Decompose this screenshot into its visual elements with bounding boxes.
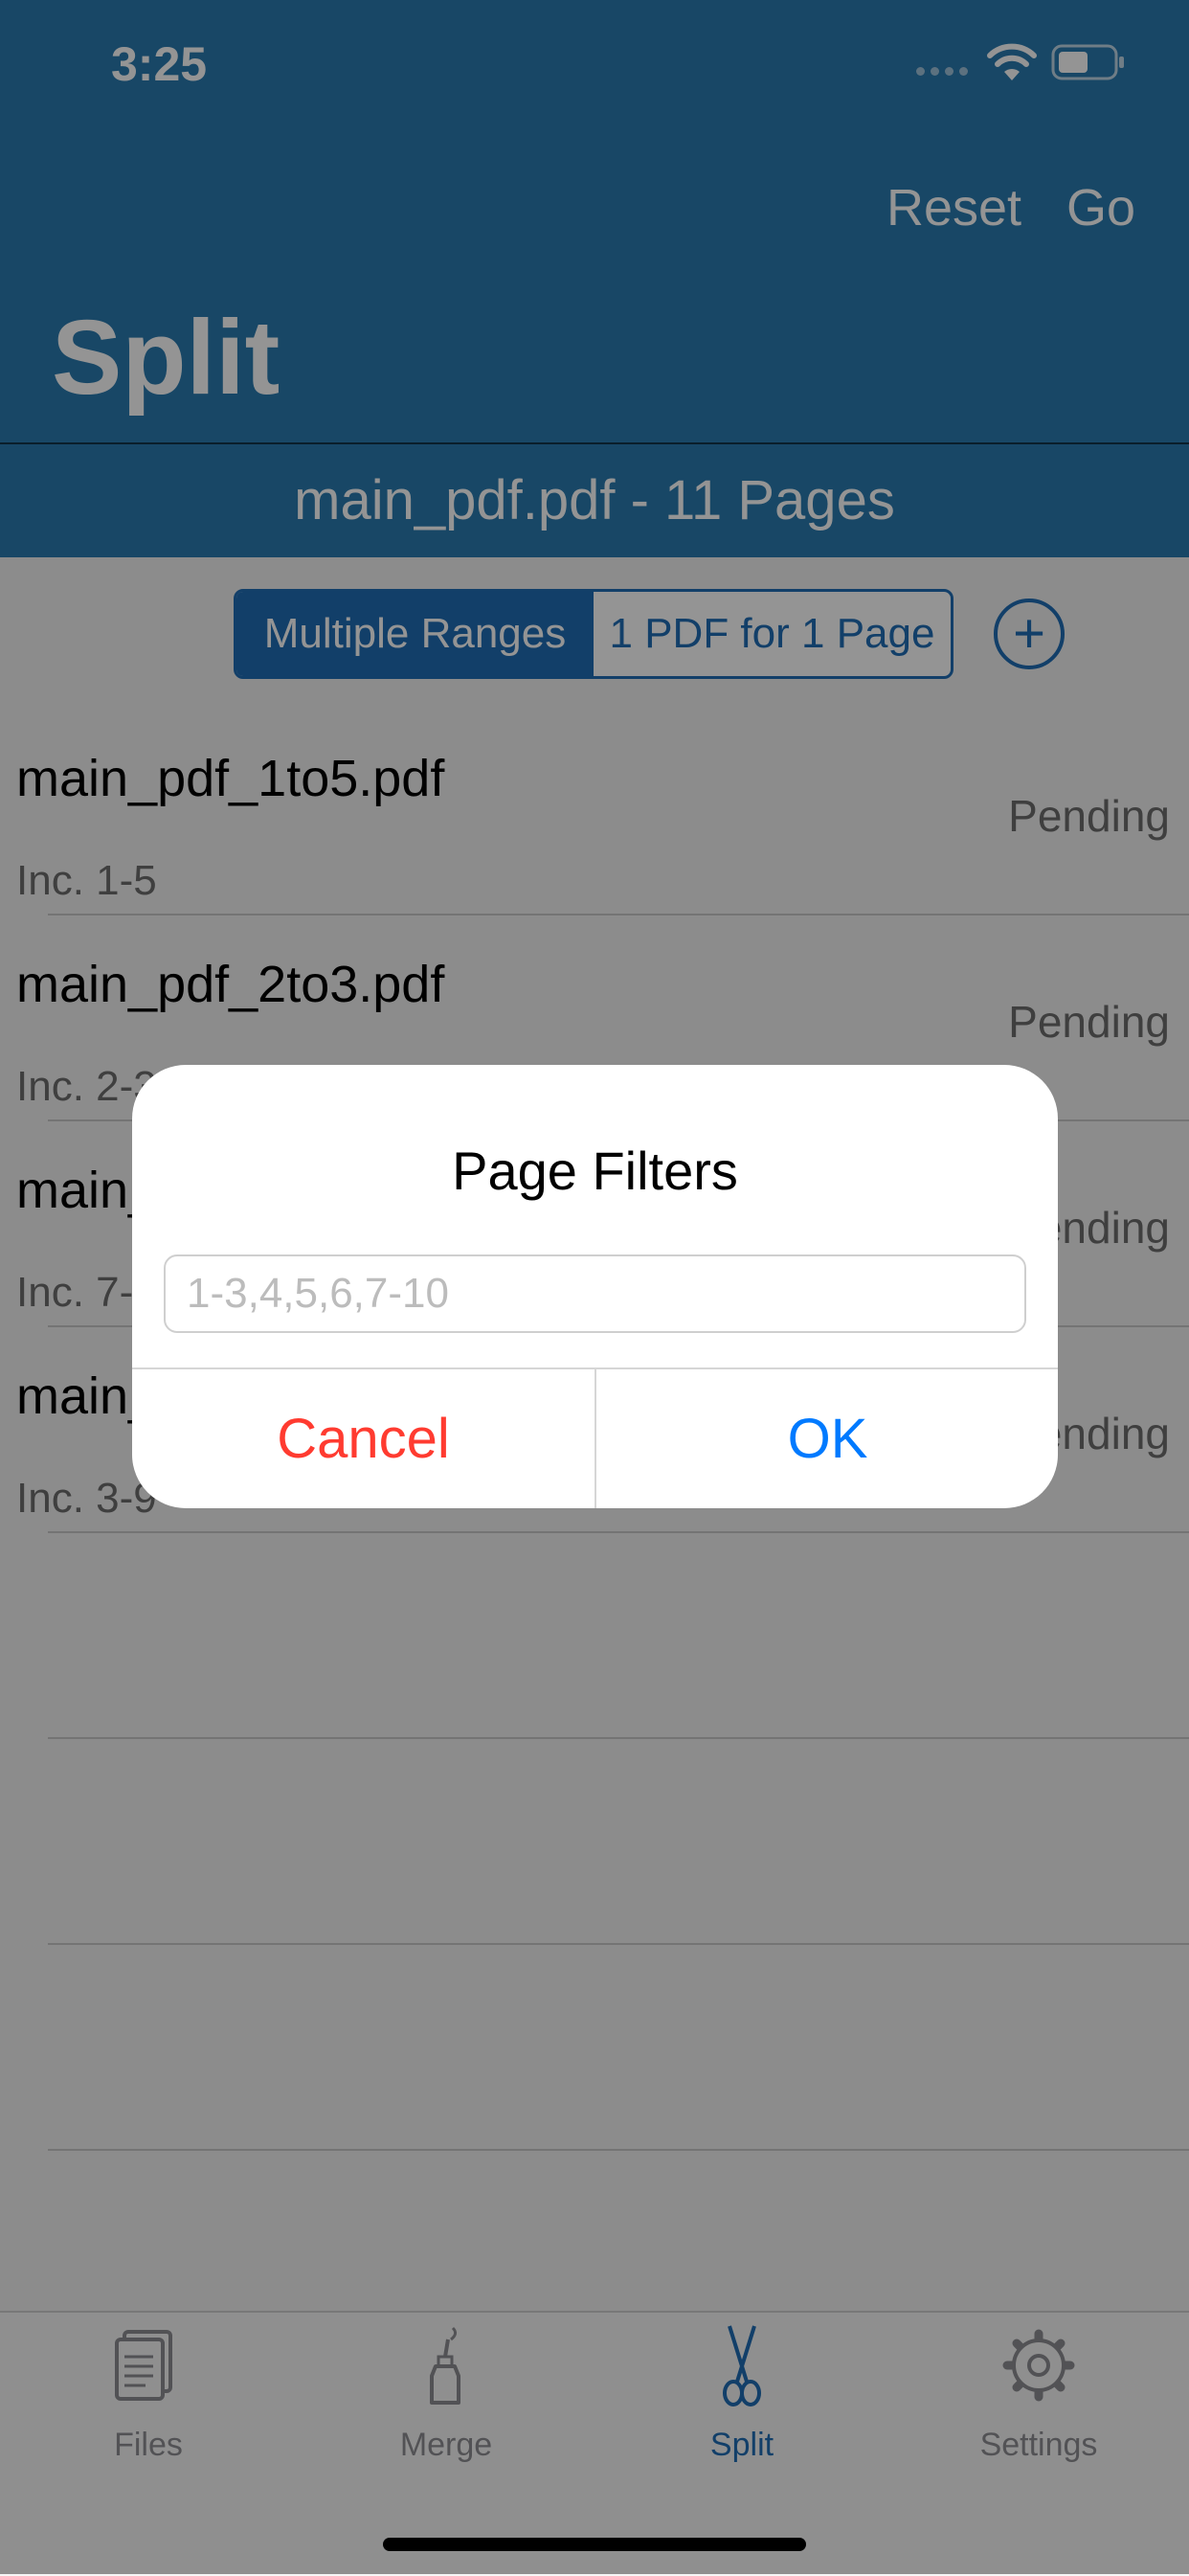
page-filter-input[interactable] bbox=[164, 1254, 1026, 1333]
dialog-title: Page Filters bbox=[452, 1141, 738, 1201]
page-filters-dialog: Page Filters Cancel OK bbox=[132, 1065, 1058, 1508]
ok-button[interactable]: OK bbox=[596, 1369, 1058, 1508]
cancel-button[interactable]: Cancel bbox=[132, 1369, 594, 1508]
